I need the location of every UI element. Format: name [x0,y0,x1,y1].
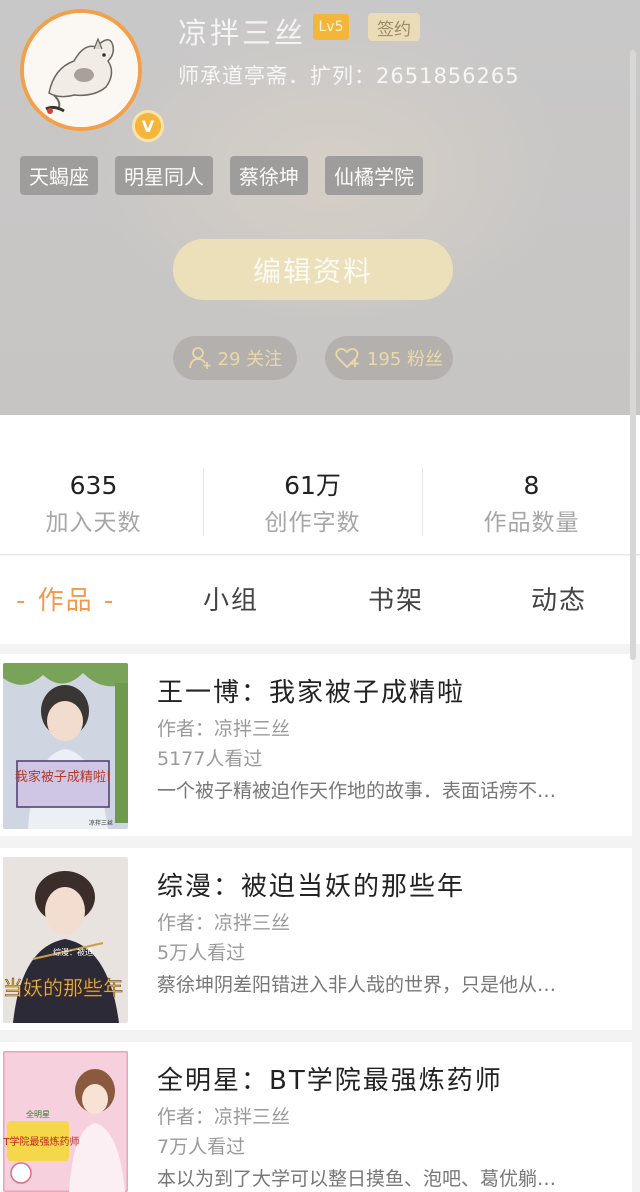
scrollbar[interactable] [630,50,636,660]
cat-illustration [24,13,138,127]
book-card[interactable]: 我家被子成精啦! 凉拌三丝 王一博：我家被子成精啦 作者：凉拌三丝 5177人看… [0,654,632,836]
tag-list: 天蝎座 明星同人 蔡徐坤 仙橘学院 [20,156,423,195]
book-author: 作者：凉拌三丝 [157,718,291,740]
cover-series: 综漫：被迫 [53,947,93,957]
heart-icon [335,347,361,369]
cover-author: 凉拌三丝 [89,819,113,827]
stat-value: 635 [69,471,118,500]
tag-item[interactable]: 明星同人 [115,156,213,195]
book-author: 作者：凉拌三丝 [157,912,291,934]
fans-button[interactable]: 195 粉丝 [325,336,453,380]
cover-series: 全明星 [26,1109,50,1119]
profile-tabs: - 作品 - 小组 书架 动态 [0,556,640,644]
tab-works[interactable]: - 作品 - [16,580,115,617]
stat-value: 8 [523,471,540,500]
stat-label: 创作字数 [264,510,361,536]
username: 凉拌三丝 [178,16,307,50]
profile-subtitle: 师承道亭斋．扩列：2651856265 [178,64,520,88]
tab-bookshelf[interactable]: 书架 [368,580,424,617]
tab-group[interactable]: 小组 [203,580,259,617]
tag-item[interactable]: 天蝎座 [20,156,98,195]
stat-value: 61万 [284,471,341,500]
book-cover[interactable]: 综漫：被迫 当妖的那些年 [3,857,128,1023]
profile-header: V 凉拌三丝 Lv5 签约 师承道亭斋．扩列：2651856265 天蝎座 明星… [0,0,640,415]
book-title[interactable]: 综漫：被迫当妖的那些年 [157,866,465,903]
book-title[interactable]: 王一博：我家被子成精啦 [157,672,465,709]
book-views: 5177人看过 [157,748,263,770]
book-description: 本以为到了大学可以整日摸鱼、泡吧、葛优躺… [157,1168,557,1190]
cover-title: BT学院最强炼药师 [3,1135,79,1148]
stat-divider [203,468,204,536]
verified-v-icon: V [132,110,164,142]
following-label: 29 关注 [217,349,283,370]
cover-title: 我家被子成精啦! [15,769,111,785]
stat-label: 加入天数 [45,510,142,536]
tag-item[interactable]: 蔡徐坤 [230,156,308,195]
book-card[interactable]: 综漫：被迫 当妖的那些年 综漫：被迫当妖的那些年 作者：凉拌三丝 5万人看过 蔡… [0,848,632,1030]
stat-word-count: 61万 创作字数 [206,471,419,537]
stat-label: 作品数量 [483,510,580,536]
book-cover[interactable]: 我家被子成精啦! 凉拌三丝 [3,663,128,829]
stat-join-days: 635 加入天数 [0,471,200,537]
cover-title: 当妖的那些年 [3,976,123,1000]
book-cover[interactable]: BT学院最强炼药师 全明星 [3,1051,128,1192]
book-author: 作者：凉拌三丝 [157,1106,291,1128]
book-description: 蔡徐坤阴差阳错进入非人哉的世界，只是他从… [157,974,557,996]
following-button[interactable]: 29 关注 [173,336,297,380]
book-description: 一个被子精被迫作天作地的故事．表面话痨不… [157,780,557,802]
book-views: 5万人看过 [157,942,246,964]
user-add-icon [188,346,212,370]
stats-bar: 635 加入天数 61万 创作字数 8 作品数量 [0,415,640,555]
fans-label: 195 粉丝 [366,349,444,370]
stat-works-count: 8 作品数量 [425,471,638,537]
tab-activity[interactable]: 动态 [531,580,587,617]
tag-item[interactable]: 仙橘学院 [325,156,423,195]
book-views: 7万人看过 [157,1136,246,1158]
edit-profile-button[interactable]: 编辑资料 [173,239,453,300]
stat-divider [422,468,423,536]
level-badge: Lv5 [313,14,349,40]
book-card[interactable]: BT学院最强炼药师 全明星 全明星：BT学院最强炼药师 作者：凉拌三丝 7万人看… [0,1042,632,1192]
signed-badge: 签约 [368,13,420,41]
avatar[interactable]: V [20,9,164,142]
book-title[interactable]: 全明星：BT学院最强炼药师 [157,1060,503,1097]
